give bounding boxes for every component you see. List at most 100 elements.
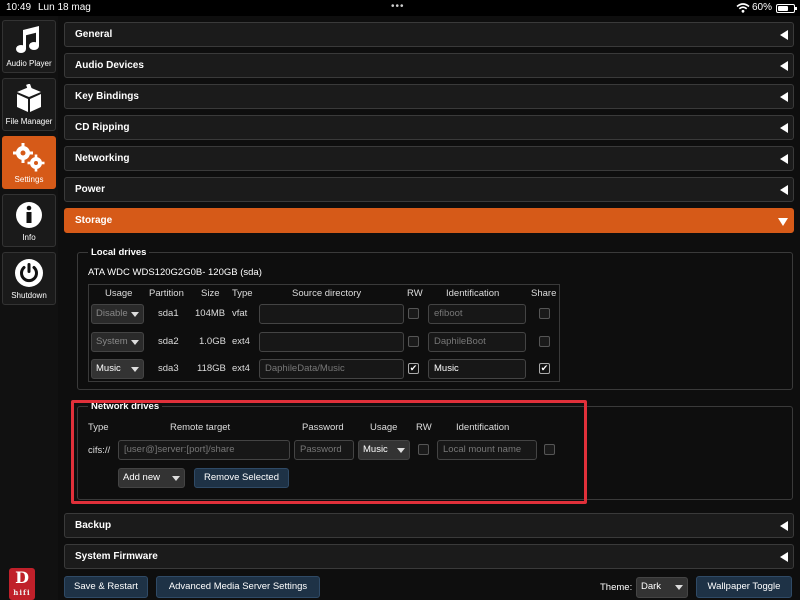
collapse-arrow-icon — [780, 154, 788, 164]
panel-title: Key Bindings — [75, 91, 139, 102]
select-value: Dark — [641, 581, 662, 592]
col-source-directory: Source directory — [292, 288, 362, 299]
network-select-checkbox[interactable] — [544, 444, 555, 455]
panel-title: Networking — [75, 153, 130, 164]
partition-cell: sda1 — [158, 308, 179, 319]
chevron-down-icon — [172, 476, 180, 481]
share-checkbox-sda3[interactable]: ✔ — [539, 363, 550, 374]
identification-input-sda1[interactable]: efiboot — [428, 304, 526, 324]
chevron-down-icon — [131, 312, 139, 317]
collapse-arrow-icon — [780, 185, 788, 195]
local-drives-group: Local drives ATA WDC WDS120G2G0B- 120GB … — [77, 247, 793, 390]
select-value: System — [96, 336, 128, 347]
select-value: Add new — [123, 472, 160, 483]
size-cell: 1.0GB — [199, 336, 226, 347]
panel-system-firmware[interactable]: System Firmware — [64, 544, 794, 569]
sidebar-item-settings[interactable]: Settings — [2, 136, 56, 189]
advanced-media-server-settings-button[interactable]: Advanced Media Server Settings — [156, 576, 320, 598]
sidebar-item-shutdown[interactable]: Shutdown — [2, 252, 56, 305]
music-note-icon — [3, 25, 55, 57]
rw-checkbox-sda2[interactable] — [408, 336, 419, 347]
add-new-select[interactable]: Add new — [118, 468, 185, 488]
sidebar-item-audio-player[interactable]: Audio Player — [2, 20, 56, 73]
multitasking-dots-icon[interactable]: ••• — [391, 1, 405, 12]
status-bar: 10:49 Lun 18 mag ••• 60% — [0, 0, 800, 16]
panel-key-bindings[interactable]: Key Bindings — [64, 84, 794, 109]
usage-select-sda1[interactable]: Disable — [91, 304, 144, 324]
save-restart-button[interactable]: Save & Restart — [64, 576, 148, 598]
source-directory-input-sda2[interactable] — [259, 332, 404, 352]
panel-title: System Firmware — [75, 551, 158, 562]
network-rw-checkbox[interactable] — [418, 444, 429, 455]
theme-label: Theme: — [600, 582, 633, 593]
disk-name: ATA WDC WDS120G2G0B- 120GB (sda) — [88, 267, 262, 278]
sidebar-item-label: Settings — [14, 175, 44, 184]
sidebar-item-label: Shutdown — [11, 291, 47, 300]
status-time: 10:49 — [6, 2, 32, 13]
status-date: Lun 18 mag — [38, 2, 91, 13]
sidebar-item-file-manager[interactable]: File Manager — [2, 78, 56, 131]
usage-select-sda3[interactable]: Music — [91, 359, 144, 379]
partition-cell: sda2 — [158, 336, 179, 347]
size-cell: 104MB — [195, 308, 226, 319]
source-directory-input-sda3[interactable]: DaphileData/Music — [259, 359, 404, 379]
local-drives-title: Local drives — [88, 247, 150, 258]
remote-target-input[interactable]: [user@]server:[port]/share — [118, 440, 290, 460]
rw-checkbox-sda1[interactable] — [408, 308, 419, 319]
col-rw: RW — [416, 422, 432, 433]
panel-general[interactable]: General — [64, 22, 794, 47]
chevron-down-icon — [675, 585, 683, 590]
select-value: Music — [363, 444, 388, 455]
col-rw: RW — [407, 288, 423, 299]
rw-checkbox-sda3[interactable]: ✔ — [408, 363, 419, 374]
panel-cd-ripping[interactable]: CD Ripping — [64, 115, 794, 140]
identification-input-sda3[interactable]: Music — [428, 359, 526, 379]
source-directory-input-sda1[interactable] — [259, 304, 404, 324]
col-usage: Usage — [105, 288, 133, 299]
panel-storage[interactable]: Storage — [64, 208, 794, 233]
network-drives-group: Network drives Type Remote target Passwo… — [77, 401, 793, 500]
local-drives-table: Usage Partition Size Type Source directo… — [88, 284, 560, 382]
usage-select-sda2[interactable]: System — [91, 332, 144, 352]
collapse-arrow-icon — [780, 521, 788, 531]
box-icon — [3, 83, 55, 115]
panel-title: General — [75, 29, 113, 40]
identification-input-sda2[interactable]: DaphileBoot — [428, 332, 526, 352]
partition-cell: sda3 — [158, 363, 179, 374]
panel-backup[interactable]: Backup — [64, 513, 794, 538]
logo-letter: D — [15, 568, 29, 587]
col-type: Type — [232, 288, 253, 299]
col-identification: Identification — [456, 422, 510, 433]
panel-audio-devices[interactable]: Audio Devices — [64, 53, 794, 78]
network-usage-select[interactable]: Music — [358, 440, 410, 460]
remove-selected-button[interactable]: Remove Selected — [194, 468, 289, 488]
share-checkbox-sda1[interactable] — [539, 308, 550, 319]
share-checkbox-sda2[interactable] — [539, 336, 550, 347]
collapse-arrow-icon — [780, 61, 788, 71]
col-size: Size — [201, 288, 220, 299]
expand-arrow-icon — [778, 218, 788, 226]
col-identification: Identification — [446, 288, 500, 299]
identification-input[interactable]: Local mount name — [437, 440, 537, 460]
panel-title: Audio Devices — [75, 60, 144, 71]
panel-power[interactable]: Power — [64, 177, 794, 202]
power-icon — [3, 257, 55, 289]
settings-main: General Audio Devices Key Bindings CD Ri… — [58, 16, 800, 600]
type-cell: ext4 — [232, 363, 250, 374]
password-input[interactable]: Password — [294, 440, 354, 460]
sidebar-item-label: Info — [22, 233, 36, 242]
sidebar-item-label: Audio Player — [6, 59, 52, 68]
panel-networking[interactable]: Networking — [64, 146, 794, 171]
gears-icon — [3, 141, 55, 173]
col-usage: Usage — [370, 422, 398, 433]
type-cell: vfat — [232, 308, 248, 319]
panel-title: CD Ripping — [75, 122, 130, 133]
wallpaper-toggle-button[interactable]: Wallpaper Toggle — [696, 576, 792, 598]
collapse-arrow-icon — [780, 123, 788, 133]
chevron-down-icon — [397, 448, 405, 453]
sidebar-item-info[interactable]: Info — [2, 194, 56, 247]
size-cell: 118GB — [197, 363, 226, 374]
theme-select[interactable]: Dark — [636, 577, 688, 598]
wifi-icon — [736, 3, 750, 13]
col-type: Type — [88, 422, 109, 433]
